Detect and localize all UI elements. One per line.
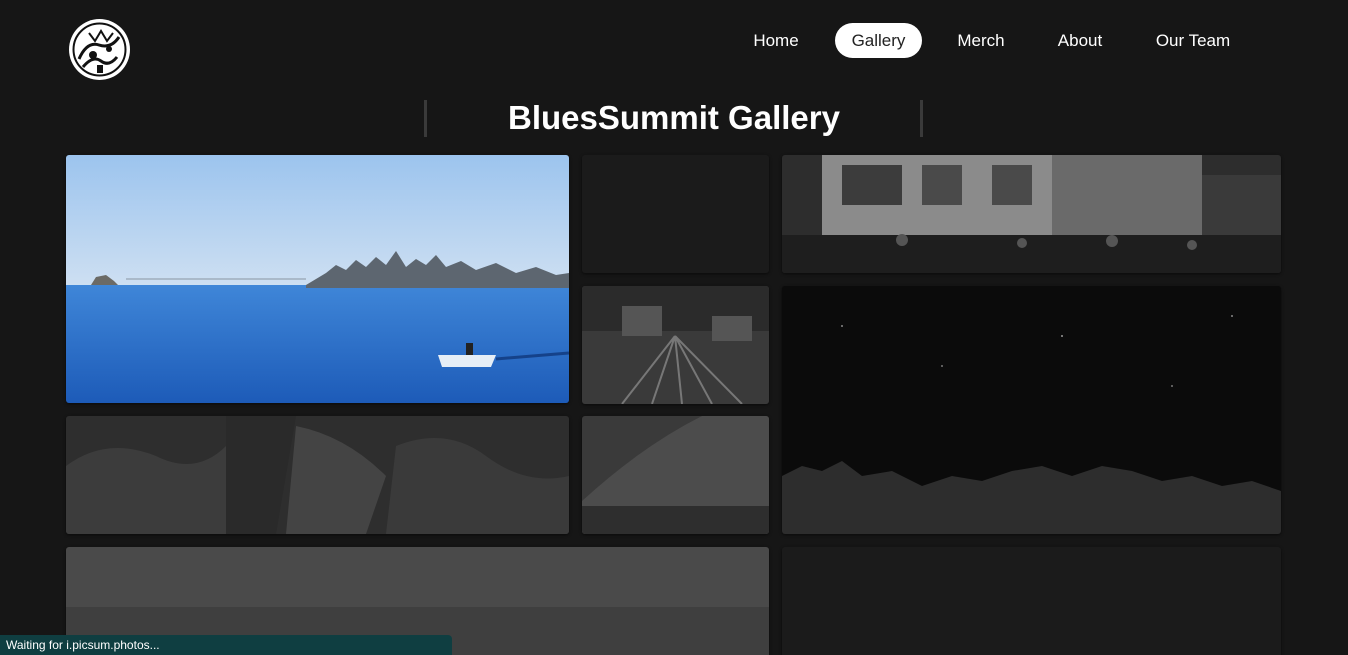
gallery-photo-bay-boat[interactable] [66, 155, 569, 403]
title-bar: BluesSummit Gallery [424, 98, 924, 138]
nav-about[interactable]: About [1045, 23, 1115, 58]
nav-our-team[interactable]: Our Team [1145, 23, 1241, 58]
nav-merch[interactable]: Merch [946, 23, 1016, 58]
gallery-photo-night-sky[interactable] [782, 286, 1281, 534]
gallery-photo-loading-2[interactable] [782, 547, 1281, 655]
gallery-photo-rock-slope[interactable] [582, 416, 769, 534]
page-title: BluesSummit Gallery [508, 99, 840, 136]
gallery-photo-rocks[interactable] [66, 416, 569, 534]
title-divider-right [920, 100, 923, 137]
gallery-photo-city-crowd[interactable] [782, 155, 1281, 273]
gallery-photo-railway[interactable] [582, 286, 769, 404]
nav-gallery[interactable]: Gallery [835, 23, 922, 58]
main-nav: Home Gallery Merch About Our Team [0, 23, 1348, 59]
gallery-photo-loading-1[interactable] [582, 155, 769, 273]
status-bar: Waiting for i.picsum.photos... [0, 635, 452, 655]
nav-home[interactable]: Home [741, 23, 811, 58]
gallery-page: Home Gallery Merch About Our Team BluesS… [0, 0, 1348, 655]
